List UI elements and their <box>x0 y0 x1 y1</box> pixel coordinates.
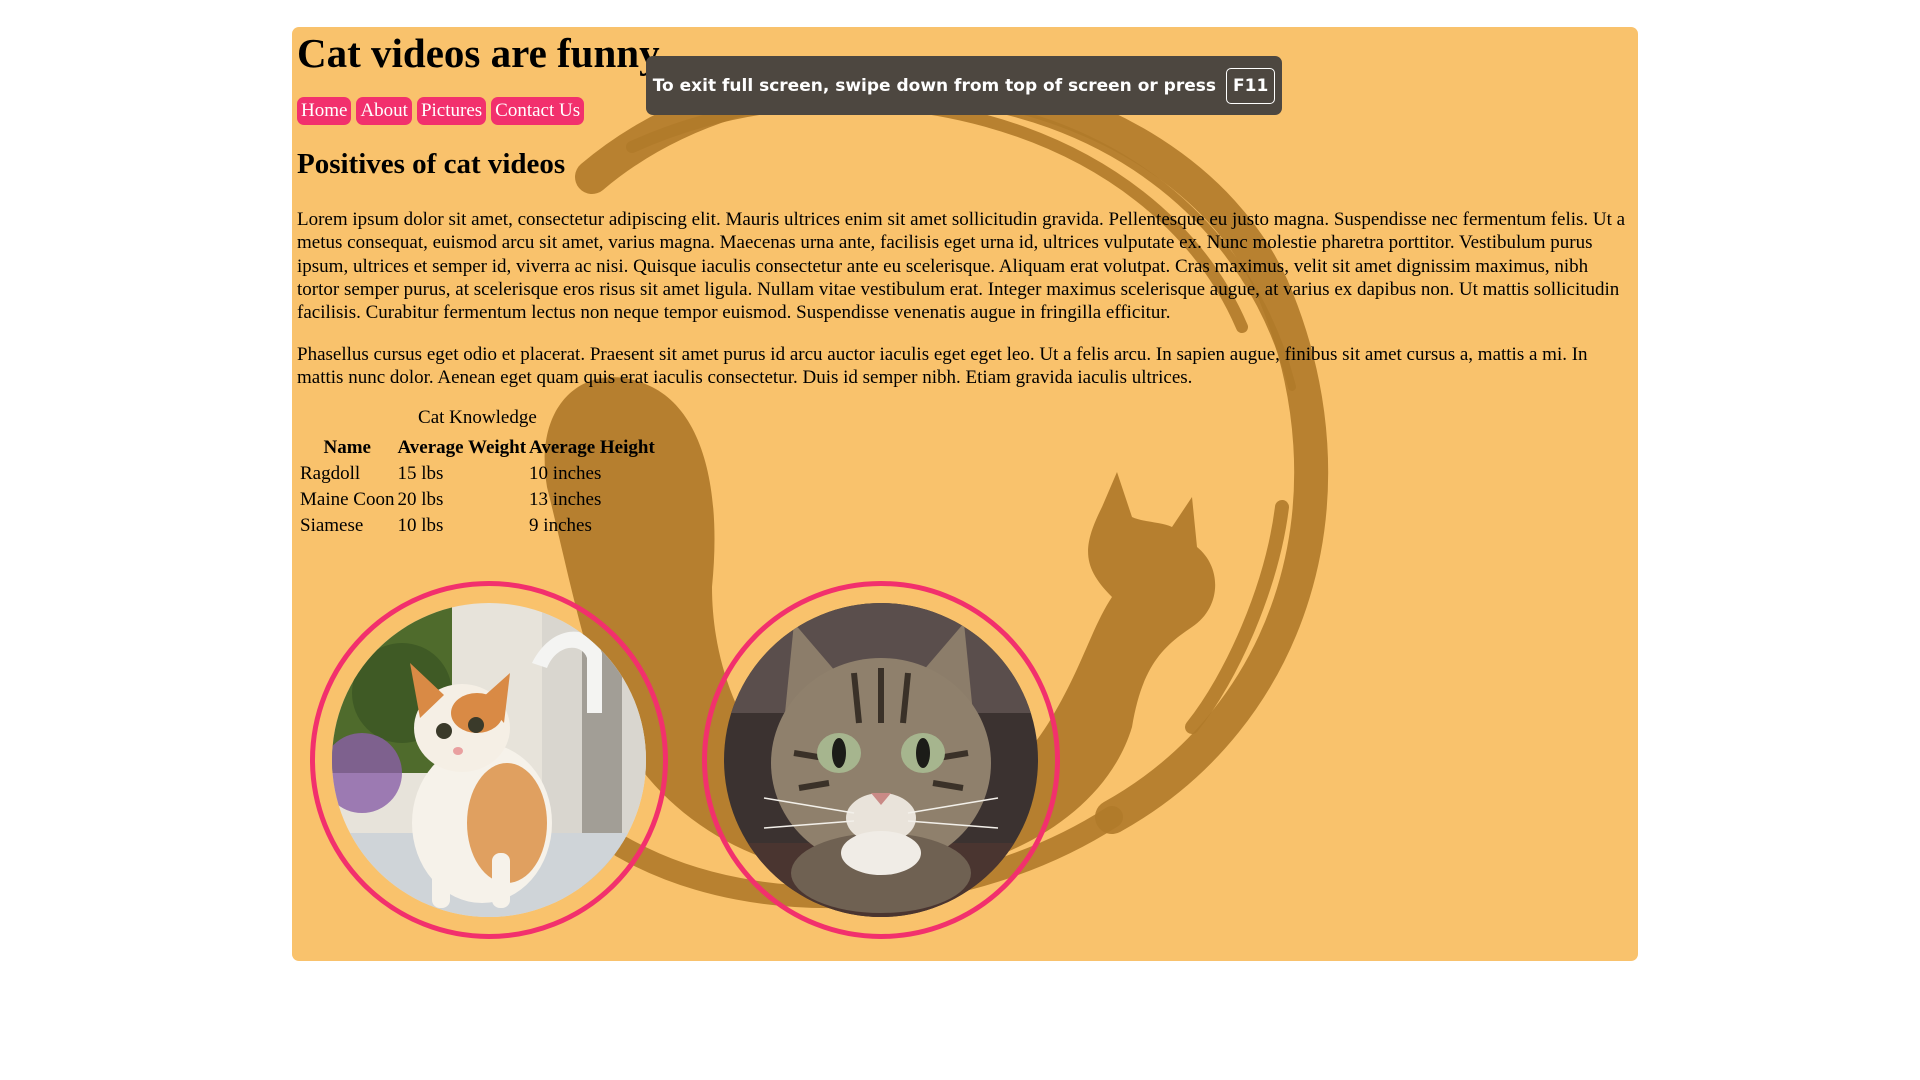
fullscreen-message: To exit full screen, swipe down from top… <box>652 75 1216 96</box>
orange-white-kitten-photo <box>332 603 646 917</box>
table-caption: Cat Knowledge <box>418 407 537 428</box>
table-cell: Ragdoll <box>300 463 361 484</box>
table-row: Maine Coon 20 lbs 13 inches <box>300 488 655 512</box>
table-header-row: Name Average Weight Average Height <box>300 436 655 460</box>
table-cell: 15 lbs <box>397 463 444 484</box>
column-header: Average Weight <box>397 437 527 458</box>
nav-bar: Home About Pictures Contact Us <box>297 97 585 125</box>
nav-home-link[interactable]: Home <box>297 97 352 125</box>
section-heading: Positives of cat videos <box>297 148 566 180</box>
f11-key-badge: F11 <box>1226 67 1276 104</box>
nav-about-link[interactable]: About <box>356 97 412 125</box>
nav-contact-link[interactable]: Contact Us <box>491 97 585 125</box>
table-row: Ragdoll 15 lbs 10 inches <box>300 462 655 486</box>
table-cell: 13 inches <box>529 489 602 510</box>
column-header: Average Height <box>529 437 655 458</box>
column-header: Name <box>323 437 371 458</box>
nav-pictures-link[interactable]: Pictures <box>416 97 487 125</box>
paragraph-2: Phasellus cursus eget odio et placerat. … <box>297 344 1588 389</box>
kitten-photo-frame <box>310 581 668 939</box>
tabby-photo-frame <box>702 581 1060 939</box>
table-row: Siamese 10 lbs 9 inches <box>300 514 655 538</box>
table-cell: 10 inches <box>529 463 602 484</box>
fullscreen-exit-notice: To exit full screen, swipe down from top… <box>646 56 1282 115</box>
table-cell: 20 lbs <box>397 489 444 510</box>
page-title: Cat videos are funny <box>297 30 660 76</box>
cat-knowledge-table: Cat Knowledge Name Average Weight Averag… <box>297 407 658 540</box>
page-container: Cat videos are funny Home About Pictures… <box>292 27 1638 961</box>
table-cell: Siamese <box>300 515 364 536</box>
table-cell: 10 lbs <box>397 515 444 536</box>
table-cell: Maine Coon <box>300 489 395 510</box>
paragraph-1: Lorem ipsum dolor sit amet, consectetur … <box>297 209 1626 324</box>
table-cell: 9 inches <box>529 515 592 536</box>
tabby-cat-photo <box>724 603 1038 917</box>
